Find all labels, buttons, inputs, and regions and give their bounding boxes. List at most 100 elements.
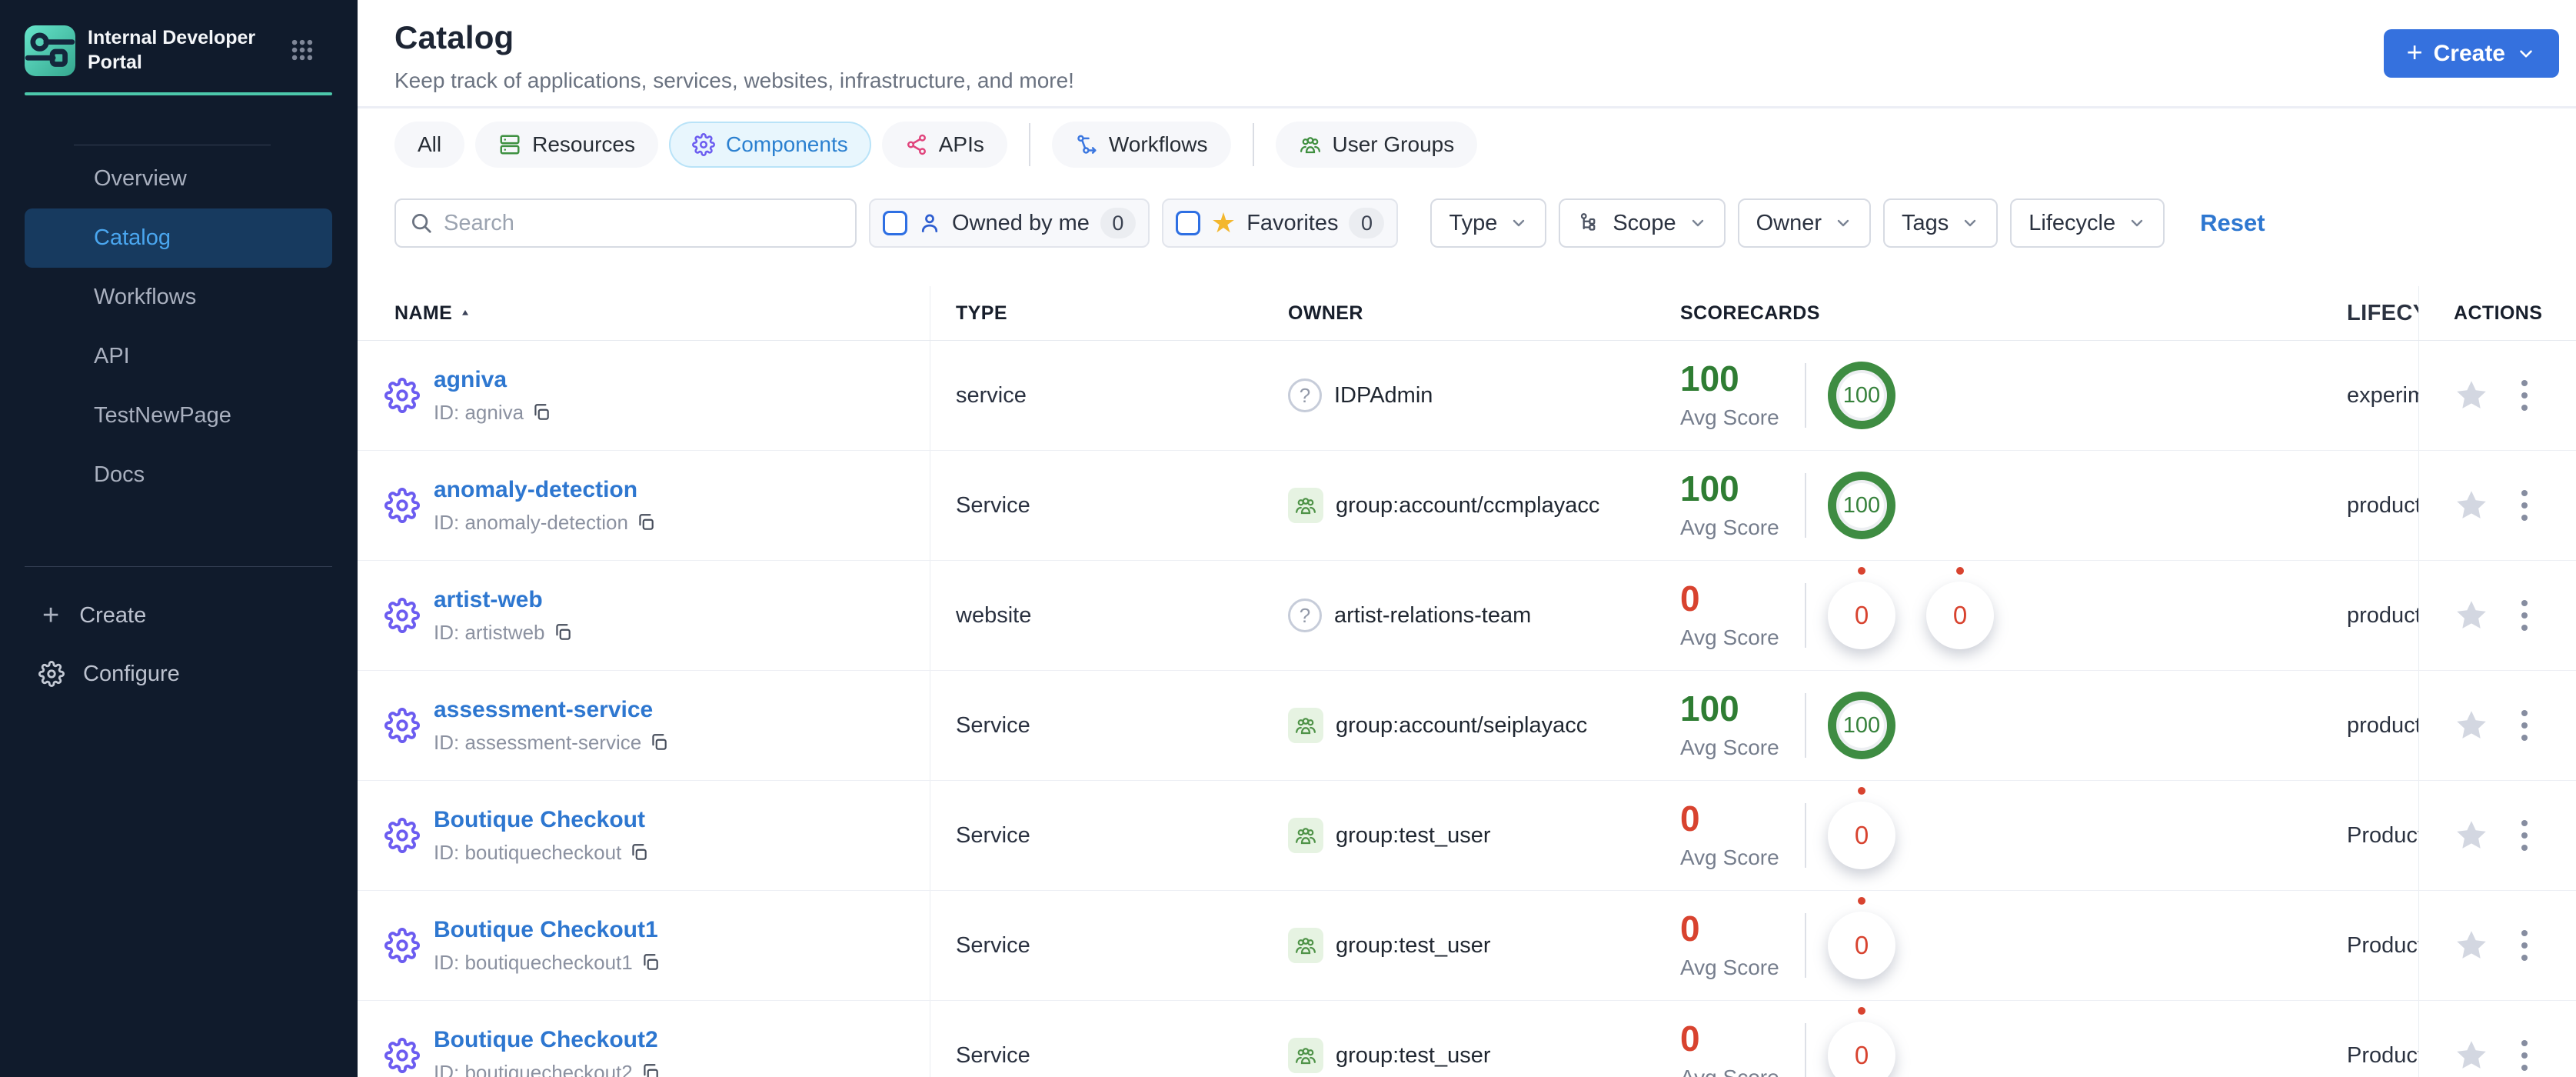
copy-icon[interactable]: [641, 1062, 661, 1077]
column-header-type[interactable]: TYPE: [930, 302, 1276, 325]
unknown-owner-icon: ?: [1288, 599, 1322, 632]
favorite-star-button[interactable]: [2454, 488, 2489, 523]
favorites-checkbox[interactable]: [1175, 211, 1200, 235]
tab-workflows[interactable]: Workflows: [1051, 122, 1231, 168]
scorecards-cell: 100 Avg Score 100: [1649, 691, 2326, 760]
entity-name-link[interactable]: Boutique Checkout1: [434, 917, 661, 943]
workflow-icon: [1077, 135, 1097, 154]
copy-icon[interactable]: [531, 402, 551, 422]
favorite-star-button[interactable]: [2454, 598, 2489, 633]
entity-name-link[interactable]: Boutique Checkout2: [434, 1027, 661, 1053]
score-badge[interactable]: 100: [1828, 692, 1895, 759]
table-header-row: NAME TYPE OWNER SCORECARDS LIFECYCLE ACT…: [358, 286, 2576, 341]
row-menu-button[interactable]: [2517, 815, 2532, 855]
entity-name-link[interactable]: artist-web: [434, 587, 573, 613]
sidebar-item-docs[interactable]: Docs: [0, 445, 358, 505]
entity-name-link[interactable]: assessment-service: [434, 697, 669, 723]
sidebar-item-overview[interactable]: Overview: [0, 149, 358, 208]
scope-dropdown[interactable]: Scope: [1559, 198, 1726, 248]
component-gear-icon: [384, 818, 420, 853]
favorite-star-button[interactable]: [2454, 708, 2489, 743]
entity-name-link[interactable]: anomaly-detection: [434, 477, 656, 503]
create-button[interactable]: + Create: [2383, 29, 2559, 78]
table-row[interactable]: artist-web ID: artistweb website ? artis…: [358, 561, 2576, 671]
entity-name-link[interactable]: Boutique Checkout: [434, 807, 649, 833]
owner-dropdown[interactable]: Owner: [1737, 198, 1871, 248]
table-row[interactable]: assessment-service ID: assessment-servic…: [358, 671, 2576, 781]
sidebar-create-button[interactable]: + Create: [42, 601, 358, 630]
table-row[interactable]: anomaly-detection ID: anomaly-detection …: [358, 451, 2576, 561]
table-row[interactable]: agniva ID: agniva service ? IDPAdmin 100…: [358, 341, 2576, 451]
tab-resources-label: Resources: [532, 132, 635, 156]
owned-by-me-checkbox[interactable]: [883, 211, 907, 235]
favorite-star-button[interactable]: [2454, 928, 2489, 963]
search-input[interactable]: [444, 210, 841, 236]
tab-components[interactable]: Components: [668, 122, 871, 168]
tab-workflows-label: Workflows: [1108, 132, 1208, 156]
type-cell: Service: [956, 932, 1030, 958]
score-badge[interactable]: 100: [1828, 362, 1895, 429]
sidebar-item-api[interactable]: API: [0, 327, 358, 386]
type-cell: Service: [956, 822, 1030, 848]
tab-divider: [1252, 123, 1254, 166]
row-menu-button[interactable]: [2517, 1035, 2532, 1075]
copy-icon[interactable]: [636, 512, 656, 532]
row-menu-button[interactable]: [2517, 485, 2532, 525]
type-dropdown[interactable]: Type: [1430, 198, 1547, 248]
favorite-star-button[interactable]: [2454, 378, 2489, 413]
favorites-filter: ★ Favorites 0: [1161, 198, 1399, 248]
row-menu-button[interactable]: [2517, 375, 2532, 415]
brand-title: Internal Developer Portal: [88, 27, 256, 73]
row-menu-button[interactable]: [2517, 595, 2532, 635]
column-header-name[interactable]: NAME: [358, 286, 930, 340]
score-badge[interactable]: 0: [1828, 912, 1895, 979]
score-badge[interactable]: 0: [1926, 582, 1994, 649]
tab-all[interactable]: All: [394, 122, 465, 168]
tab-apis[interactable]: APIs: [881, 122, 1007, 168]
sidebar-configure-button[interactable]: Configure: [38, 661, 358, 687]
actions-cell: [2418, 341, 2576, 450]
table-row[interactable]: Boutique Checkout ID: boutiquecheckout S…: [358, 781, 2576, 891]
main-content: Catalog Keep track of applications, serv…: [358, 0, 2576, 1077]
scorecards-cell: 0 Avg Score 00: [1649, 581, 2326, 650]
avg-score-label: Avg Score: [1680, 515, 1779, 539]
gear-icon: [38, 661, 65, 687]
scorecards-cell: 0 Avg Score 0: [1649, 801, 2326, 870]
tags-dropdown[interactable]: Tags: [1883, 198, 1999, 248]
person-icon: [921, 214, 938, 232]
entity-name-link[interactable]: agniva: [434, 367, 551, 393]
copy-icon[interactable]: [629, 842, 649, 862]
apps-grid-icon[interactable]: [289, 37, 315, 63]
type-dropdown-label: Type: [1449, 210, 1498, 235]
sidebar-item-testnewpage[interactable]: TestNewPage: [0, 386, 358, 445]
copy-icon[interactable]: [553, 622, 573, 642]
score-badge[interactable]: 0: [1828, 802, 1895, 869]
row-menu-button[interactable]: [2517, 705, 2532, 745]
lifecycle-dropdown[interactable]: Lifecycle: [2010, 198, 2165, 248]
copy-icon[interactable]: [641, 952, 661, 972]
hierarchy-icon: [1581, 213, 1596, 231]
chevron-down-icon: [1965, 219, 1976, 227]
sidebar-item-workflows[interactable]: Workflows: [0, 268, 358, 327]
favorite-star-button[interactable]: [2454, 1038, 2489, 1073]
score-badge[interactable]: 100: [1828, 472, 1895, 539]
tab-user-groups[interactable]: User Groups: [1275, 122, 1478, 168]
reset-filters-link[interactable]: Reset: [2200, 209, 2265, 237]
score-divider: [1805, 473, 1806, 538]
chevron-down-icon: [1837, 219, 1849, 227]
catalog-table: NAME TYPE OWNER SCORECARDS LIFECYCLE ACT…: [358, 286, 2576, 1077]
sidebar-item-catalog[interactable]: Catalog: [25, 208, 332, 268]
score-badge[interactable]: 0: [1828, 582, 1895, 649]
page-header: Catalog Keep track of applications, serv…: [358, 0, 2576, 108]
row-menu-button[interactable]: [2517, 925, 2532, 965]
column-header-owner[interactable]: OWNER: [1276, 302, 1649, 325]
tab-resources[interactable]: Resources: [475, 122, 658, 168]
favorite-star-button[interactable]: [2454, 818, 2489, 853]
avg-score-value: 0: [1680, 579, 1700, 619]
column-header-scorecards[interactable]: SCORECARDS: [1649, 302, 2326, 325]
score-badge[interactable]: 0: [1828, 1022, 1895, 1077]
table-row[interactable]: Boutique Checkout1 ID: boutiquecheckout1…: [358, 891, 2576, 1001]
table-body: agniva ID: agniva service ? IDPAdmin 100…: [358, 341, 2576, 1077]
copy-icon[interactable]: [649, 732, 669, 752]
table-row[interactable]: Boutique Checkout2 ID: boutiquecheckout2…: [358, 1001, 2576, 1077]
